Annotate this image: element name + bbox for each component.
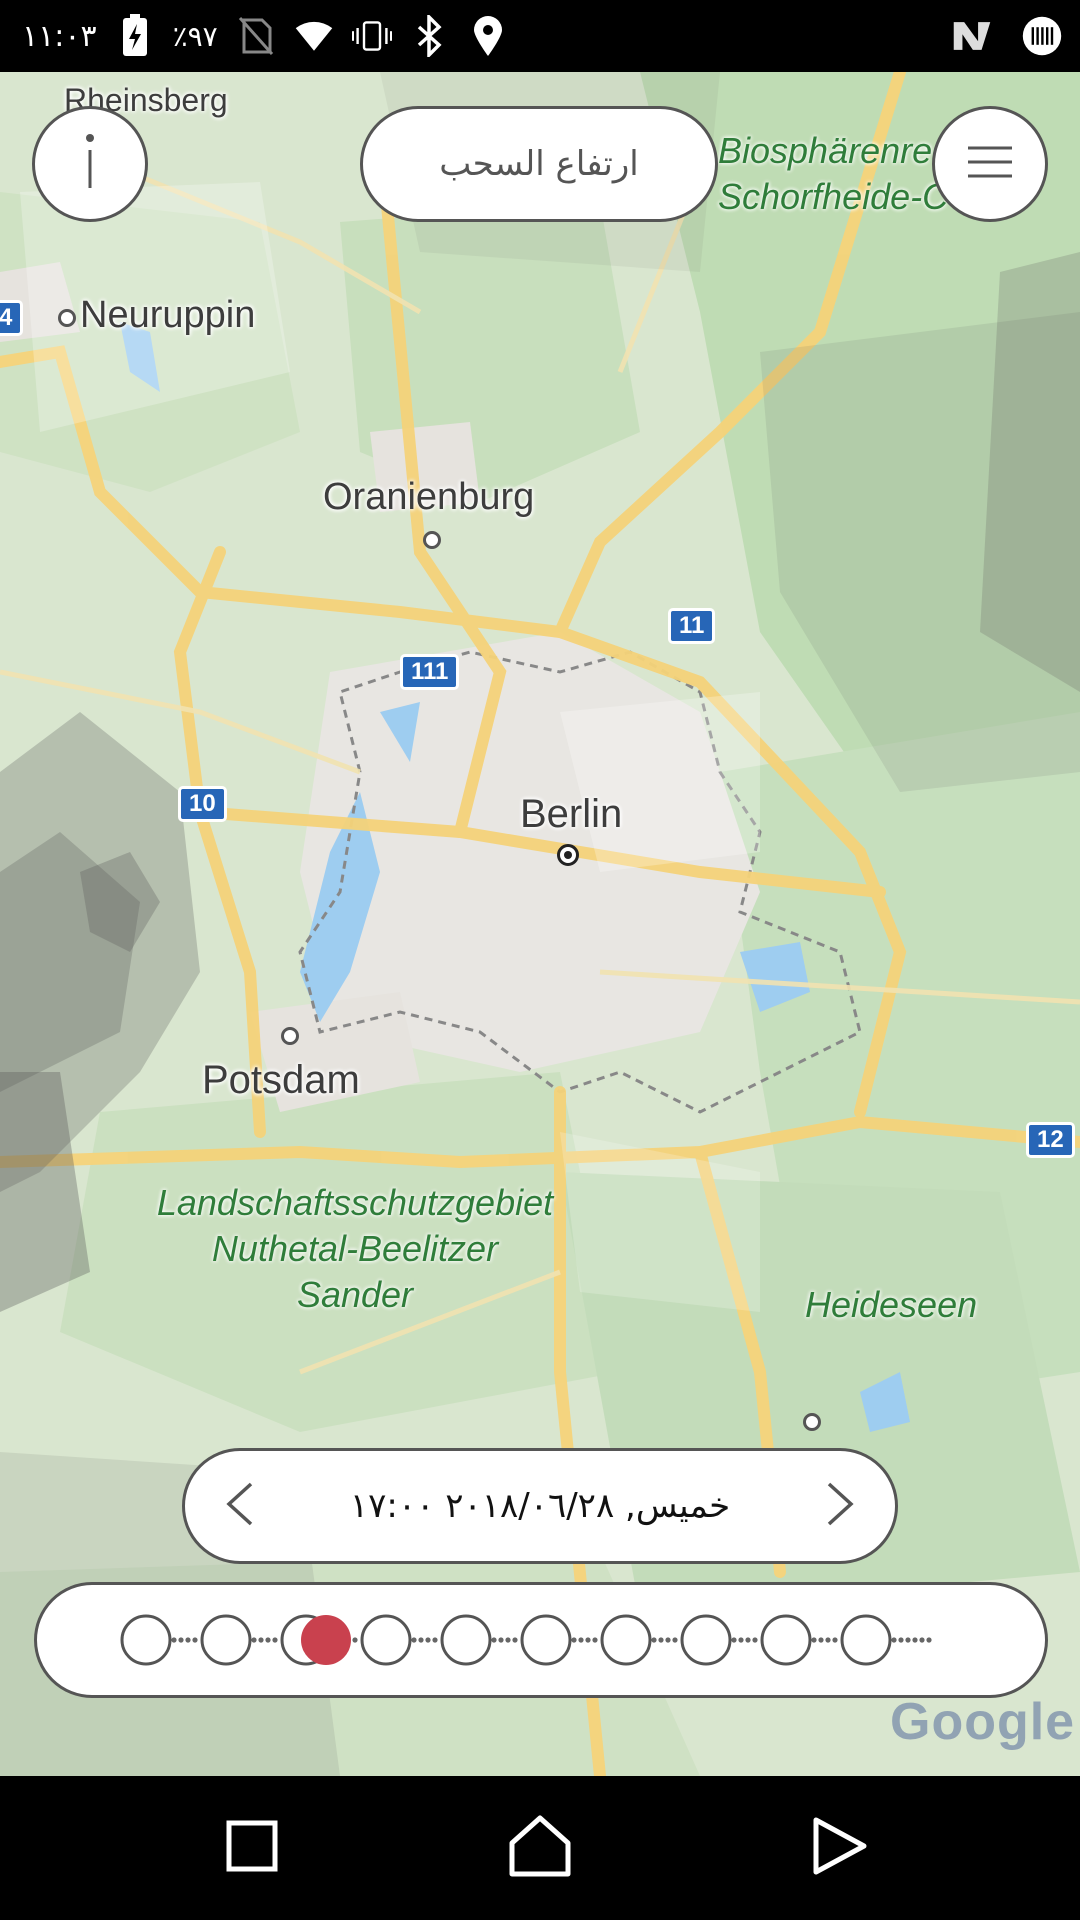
road-shield-a11: 11 <box>668 608 716 644</box>
cloud-height-label: ارتفاع السحب <box>439 144 639 184</box>
timeline-connector-dot <box>425 1637 431 1643</box>
timeline-connector-dot <box>352 1637 358 1643</box>
bluetooth-icon <box>410 15 450 57</box>
neuruppin-marker <box>58 309 76 327</box>
back-triangle-icon <box>812 1816 868 1880</box>
timeline-connector-dot <box>265 1637 271 1643</box>
charging-battery-icon <box>115 14 155 56</box>
timeline-selected-handle[interactable] <box>301 1615 351 1665</box>
timeline-step[interactable] <box>680 1614 732 1666</box>
menu-icon <box>966 144 1014 184</box>
timeline-connector-dot <box>731 1637 737 1643</box>
timeline-connector-dot <box>905 1637 911 1643</box>
timeline-connector-dot <box>251 1637 257 1643</box>
location-icon <box>468 16 508 56</box>
road-shield-a12: 12 <box>1026 1122 1075 1158</box>
cloud-height-button[interactable]: ارتفاع السحب <box>360 106 718 222</box>
no-sim-icon <box>236 16 276 56</box>
info-button[interactable] <box>32 106 148 222</box>
timeline-connector-dot <box>752 1637 758 1643</box>
previous-time-button[interactable] <box>195 1451 285 1561</box>
timeline-connector-dot <box>832 1637 838 1643</box>
timeline-connector-dot <box>411 1637 417 1643</box>
place-label-potsdam: Potsdam <box>202 1058 360 1102</box>
timeline-connector-dot <box>512 1637 518 1643</box>
road-shield-a10: 10 <box>178 786 227 822</box>
small-town-marker <box>803 1413 821 1431</box>
timeline-connector-dot <box>592 1637 598 1643</box>
recents-square-icon <box>226 1820 278 1876</box>
timeline-connector-dot <box>811 1637 817 1643</box>
battery-percent: ٪٩٧ <box>172 19 218 53</box>
chevron-right-icon <box>825 1482 855 1530</box>
timeline-connector-dot <box>185 1637 191 1643</box>
timeline-connector-dot <box>658 1637 664 1643</box>
berlin-marker <box>557 844 579 866</box>
place-label-oranienburg: Oranienburg <box>323 476 535 518</box>
date-time-selector: خميس, ٢٠١٨/٠٦/٢٨ ١٧:٠٠ <box>182 1448 898 1564</box>
timeline-connector-dot <box>258 1637 264 1643</box>
timeline-connector-dot <box>418 1637 424 1643</box>
timeline-connector-dot <box>491 1637 497 1643</box>
navigation-bar <box>0 1776 1080 1920</box>
timeline-connector-dot <box>926 1637 932 1643</box>
barcode-app-icon <box>1022 16 1062 56</box>
timeline-connector-dot <box>192 1637 198 1643</box>
back-button[interactable] <box>790 1798 890 1898</box>
chevron-left-icon <box>225 1482 255 1530</box>
park-label-landschaft: Landschaftsschutzgebiet Nuthetal-Beelitz… <box>156 1182 554 1315</box>
timeline-connector-dot <box>665 1637 671 1643</box>
timeline-connector-dot <box>818 1637 824 1643</box>
timeline-connector-dot <box>578 1637 584 1643</box>
menu-button[interactable] <box>932 106 1048 222</box>
timeline-connector-dot <box>498 1637 504 1643</box>
potsdam-marker <box>281 1027 299 1045</box>
timeline-steps[interactable] <box>34 1582 1048 1698</box>
timeline-connector-dot <box>891 1637 897 1643</box>
road-shield-a111: 111 <box>400 654 460 690</box>
wifi-icon <box>294 16 334 56</box>
timeline-step[interactable] <box>520 1614 572 1666</box>
n-app-icon <box>952 16 992 56</box>
home-icon <box>508 1815 572 1881</box>
next-time-button[interactable] <box>795 1451 885 1561</box>
timeline-connector-dot <box>505 1637 511 1643</box>
timeline-connector-dot <box>745 1637 751 1643</box>
timeline-bar[interactable] <box>34 1582 1048 1698</box>
timeline-step[interactable] <box>600 1614 652 1666</box>
timeline-connector-dot <box>432 1637 438 1643</box>
home-button[interactable] <box>490 1798 590 1898</box>
timeline-connector-dot <box>585 1637 591 1643</box>
info-icon <box>80 132 100 196</box>
place-label-neuruppin: Neuruppin <box>80 294 256 336</box>
timeline-connector-dot <box>898 1637 904 1643</box>
road-shield-a24: 4 <box>0 300 24 336</box>
timeline-connector-dot <box>171 1637 177 1643</box>
status-bar: ١١:٠٣ ٪٩٧ <box>0 0 1080 72</box>
timeline-step[interactable] <box>120 1614 172 1666</box>
timeline-connector-dot <box>272 1637 278 1643</box>
timeline-connector-dot <box>825 1637 831 1643</box>
park-label-biosphere: Biosphärenre Schorfheide-C <box>718 130 949 217</box>
timeline-connector-dot <box>919 1637 925 1643</box>
status-time: ١١:٠٣ <box>22 18 97 54</box>
recents-button[interactable] <box>202 1798 302 1898</box>
timeline-connector-dot <box>178 1637 184 1643</box>
timeline-step[interactable] <box>760 1614 812 1666</box>
timeline-connector-dot <box>912 1637 918 1643</box>
park-label-heideseen: Heideseen <box>805 1284 978 1325</box>
timeline-connector-dot <box>672 1637 678 1643</box>
timeline-step[interactable] <box>440 1614 492 1666</box>
vibrate-icon <box>351 16 392 56</box>
date-time-label: خميس, ٢٠١٨/٠٦/٢٨ ١٧:٠٠ <box>349 1486 731 1526</box>
google-attribution: Google <box>890 1693 1076 1751</box>
timeline-step[interactable] <box>200 1614 252 1666</box>
place-label-berlin: Berlin <box>520 792 623 836</box>
oranienburg-marker <box>423 531 441 549</box>
timeline-step[interactable] <box>840 1614 892 1666</box>
timeline-connector-dot <box>651 1637 657 1643</box>
timeline-connector-dot <box>571 1637 577 1643</box>
timeline-connector-dot <box>738 1637 744 1643</box>
timeline-step[interactable] <box>360 1614 412 1666</box>
